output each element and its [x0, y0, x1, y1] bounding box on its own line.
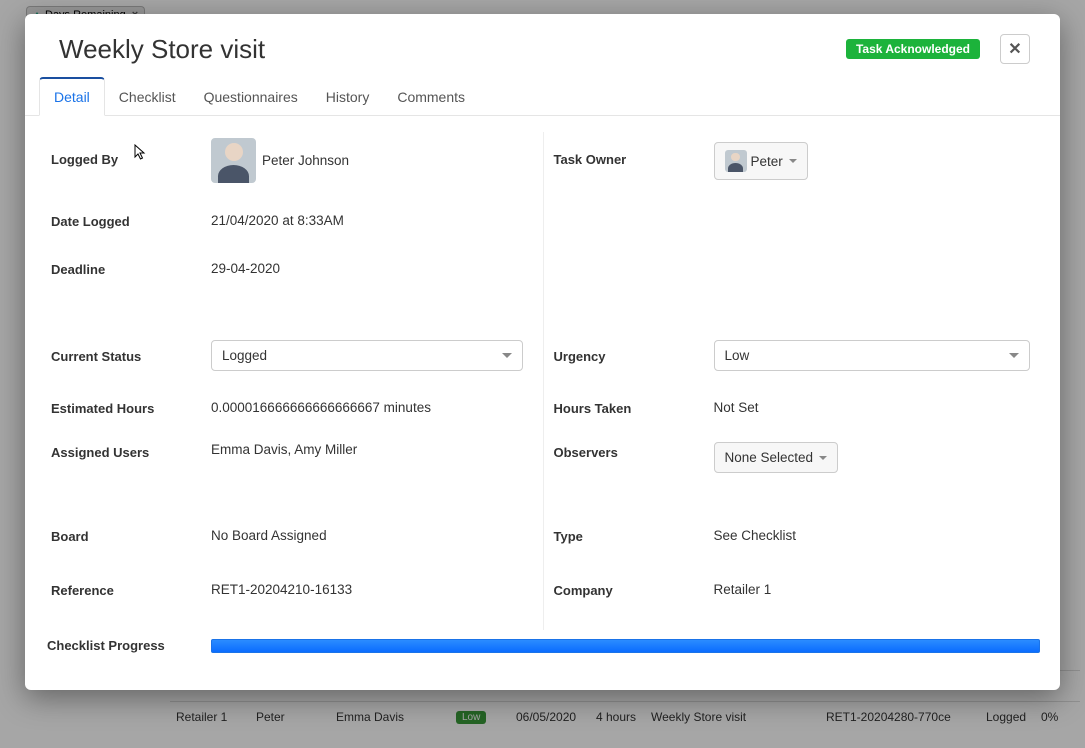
deadline-label: Deadline	[51, 259, 211, 277]
hours-taken-label: Hours Taken	[554, 398, 714, 416]
tab-label: Questionnaires	[204, 89, 298, 105]
tab-label: Checklist	[119, 89, 176, 105]
avatar	[211, 138, 256, 183]
header-right: Task Acknowledged ✕	[846, 34, 1030, 64]
row-reference: Reference RET1-20204210-16133	[51, 562, 533, 616]
right-column: Task Owner Peter Urgency Low	[544, 132, 1041, 630]
task-owner-label: Task Owner	[554, 132, 714, 167]
detail-content: Logged By Peter Johnson Date Logged 21/0…	[25, 116, 1060, 690]
modal-header: Weekly Store visit Task Acknowledged ✕	[25, 14, 1060, 77]
tab-label: History	[326, 89, 370, 105]
estimated-hours-label: Estimated Hours	[51, 398, 211, 416]
row-observers: Observers None Selected	[554, 434, 1041, 494]
type-value: See Checklist	[714, 528, 1041, 543]
row-checklist-progress: Checklist Progress	[47, 630, 1040, 671]
chevron-down-icon	[789, 159, 797, 163]
task-owner-value-wrap: Peter	[714, 132, 1041, 180]
row-logged-by: Logged By Peter Johnson	[51, 132, 533, 196]
hours-taken-value: Not Set	[714, 400, 1041, 415]
date-logged-value: 21/04/2020 at 8:33AM	[211, 213, 533, 228]
logged-by-value: Peter Johnson	[211, 132, 533, 183]
observers-label: Observers	[554, 442, 714, 460]
observers-value-wrap: None Selected	[714, 442, 1041, 473]
observers-select[interactable]: None Selected	[714, 442, 839, 473]
deadline-value: 29-04-2020	[211, 261, 533, 276]
date-logged-label: Date Logged	[51, 211, 211, 229]
assigned-users-label: Assigned Users	[51, 442, 211, 460]
select-value: None Selected	[725, 450, 814, 465]
tab-questionnaires[interactable]: Questionnaires	[190, 77, 312, 115]
row-type: Type See Checklist	[554, 508, 1041, 562]
row-board: Board No Board Assigned	[51, 508, 533, 562]
row-estimated-hours: Estimated Hours 0.000016666666666666667 …	[51, 380, 533, 434]
task-owner-name: Peter	[751, 154, 783, 169]
chevron-down-icon	[502, 353, 512, 358]
estimated-hours-value: 0.000016666666666666667 minutes	[211, 400, 533, 415]
select-value: Logged	[222, 348, 267, 363]
task-acknowledged-badge: Task Acknowledged	[846, 39, 980, 59]
row-date-logged: Date Logged 21/04/2020 at 8:33AM	[51, 196, 533, 244]
reference-label: Reference	[51, 580, 211, 598]
row-urgency: Urgency Low	[554, 330, 1041, 380]
avatar	[725, 150, 747, 172]
tab-history[interactable]: History	[312, 77, 384, 115]
current-status-label: Current Status	[51, 346, 211, 364]
tab-detail[interactable]: Detail	[39, 77, 105, 116]
task-detail-modal: Weekly Store visit Task Acknowledged ✕ D…	[25, 14, 1060, 690]
urgency-label: Urgency	[554, 346, 714, 364]
tab-checklist[interactable]: Checklist	[105, 77, 190, 115]
urgency-select[interactable]: Low	[714, 340, 1031, 371]
logged-by-name: Peter Johnson	[262, 153, 349, 168]
close-icon: ✕	[1008, 39, 1021, 59]
assigned-users-value: Emma Davis, Amy Miller	[211, 442, 533, 457]
company-label: Company	[554, 580, 714, 598]
left-column: Logged By Peter Johnson Date Logged 21/0…	[47, 132, 544, 630]
close-button[interactable]: ✕	[1000, 34, 1030, 64]
type-label: Type	[554, 526, 714, 544]
row-hours-taken: Hours Taken Not Set	[554, 380, 1041, 434]
reference-value: RET1-20204210-16133	[211, 582, 533, 597]
tab-label: Detail	[54, 89, 90, 105]
tabs-row: Detail Checklist Questionnaires History …	[25, 77, 1060, 116]
chevron-down-icon	[819, 456, 827, 460]
task-owner-select[interactable]: Peter	[714, 142, 808, 180]
progress-bar[interactable]	[211, 639, 1040, 653]
page-title: Weekly Store visit	[59, 34, 265, 65]
tab-label: Comments	[397, 89, 465, 105]
row-current-status: Current Status Logged	[51, 330, 533, 380]
board-label: Board	[51, 526, 211, 544]
row-assigned-users: Assigned Users Emma Davis, Amy Miller	[51, 434, 533, 494]
row-company: Company Retailer 1	[554, 562, 1041, 616]
row-deadline: Deadline 29-04-2020	[51, 244, 533, 292]
logged-by-label: Logged By	[51, 132, 211, 167]
select-value: Low	[725, 348, 750, 363]
row-task-owner: Task Owner Peter	[554, 132, 1041, 196]
company-value: Retailer 1	[714, 582, 1041, 597]
chevron-down-icon	[1009, 353, 1019, 358]
board-value: No Board Assigned	[211, 528, 533, 543]
checklist-progress-label: Checklist Progress	[47, 638, 211, 653]
current-status-value-wrap: Logged	[211, 340, 533, 371]
urgency-value-wrap: Low	[714, 340, 1041, 371]
tab-comments[interactable]: Comments	[383, 77, 479, 115]
current-status-select[interactable]: Logged	[211, 340, 523, 371]
